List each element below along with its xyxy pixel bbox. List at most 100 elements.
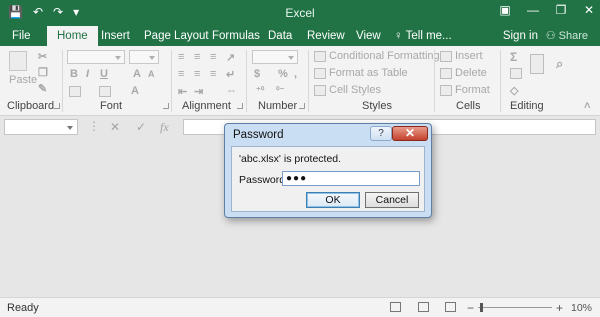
- page-layout-view-icon[interactable]: [418, 302, 429, 312]
- paste-button[interactable]: Paste: [9, 74, 37, 86]
- number-format-dropdown[interactable]: [252, 50, 298, 64]
- group-divider: [246, 50, 247, 112]
- dialog-close-button[interactable]: ✕: [392, 126, 428, 141]
- cut-icon[interactable]: ✂: [38, 50, 47, 63]
- insert-cells-button[interactable]: Insert: [440, 50, 483, 62]
- cancel-entry-icon[interactable]: ✕: [110, 120, 120, 134]
- format-cells-button[interactable]: Format: [440, 84, 490, 96]
- decrease-indent-icon[interactable]: ⇤: [178, 85, 187, 98]
- enter-entry-icon[interactable]: ✓: [136, 120, 146, 134]
- help-button[interactable]: ?: [370, 126, 392, 141]
- cell-styles-icon: [314, 84, 326, 96]
- share-person-icon: ⚇: [545, 30, 556, 42]
- conditional-formatting-button[interactable]: Conditional Formatting: [314, 50, 440, 62]
- font-name-dropdown[interactable]: [67, 50, 125, 64]
- underline-button[interactable]: U: [100, 68, 108, 80]
- tell-me-label: Tell me...: [405, 30, 452, 42]
- font-color-icon[interactable]: A: [131, 85, 139, 97]
- wrap-text-icon[interactable]: ↵: [226, 68, 235, 81]
- zoom-slider-thumb[interactable]: [480, 303, 483, 312]
- clipboard-launcher-icon[interactable]: [54, 103, 60, 109]
- tab-view[interactable]: View: [356, 26, 381, 46]
- comma-button[interactable]: ,: [294, 68, 297, 80]
- delete-cells-button[interactable]: Delete: [440, 67, 487, 79]
- format-cells-icon: [440, 84, 452, 96]
- increase-decimal-icon[interactable]: ⁺⁰: [256, 85, 264, 96]
- cell-styles-label: Cell Styles: [329, 84, 381, 96]
- zoom-slider[interactable]: [478, 307, 552, 308]
- font-size-dropdown[interactable]: [129, 50, 159, 64]
- title-bar: 💾 ↶ ↷ ▾ Excel ▣ — ❐ ✕: [0, 0, 600, 26]
- clear-icon[interactable]: ◇: [510, 84, 518, 97]
- zoom-out-button[interactable]: −: [467, 301, 474, 315]
- middle-align-icon[interactable]: ≡: [194, 51, 200, 63]
- clipboard-icon: [9, 51, 27, 71]
- copy-icon[interactable]: ❐: [38, 66, 48, 79]
- tell-me-box[interactable]: ♀ Tell me...: [394, 26, 452, 46]
- restore-icon[interactable]: ❐: [554, 3, 568, 17]
- minimize-icon[interactable]: —: [526, 3, 540, 17]
- align-center-icon[interactable]: ≡: [194, 68, 200, 80]
- tab-file[interactable]: File: [12, 26, 31, 46]
- ribbon: Paste ✂ ❐ ✎ Clipboard B I U A A A Font ≡…: [0, 46, 600, 116]
- alignment-launcher-icon[interactable]: [237, 103, 243, 109]
- zoom-level[interactable]: 10%: [571, 302, 592, 314]
- currency-button[interactable]: $: [254, 68, 260, 80]
- bold-button[interactable]: B: [70, 68, 78, 80]
- fill-icon[interactable]: [510, 68, 522, 79]
- ribbon-display-icon[interactable]: ▣: [498, 3, 512, 17]
- find-select-icon[interactable]: ⌕: [556, 56, 563, 72]
- cell-styles-button[interactable]: Cell Styles: [314, 84, 381, 96]
- increase-indent-icon[interactable]: ⇥: [194, 85, 203, 98]
- tab-formulas[interactable]: Formulas: [212, 26, 260, 46]
- grow-font-button[interactable]: A: [133, 68, 141, 80]
- group-label-styles: Styles: [362, 100, 392, 112]
- status-ready: Ready: [7, 302, 39, 314]
- group-label-number: Number: [258, 100, 298, 112]
- tab-home[interactable]: Home: [47, 26, 98, 46]
- borders-icon[interactable]: [69, 86, 81, 97]
- decrease-decimal-icon[interactable]: ⁰⁻: [276, 85, 284, 96]
- share-button[interactable]: ⚇ Share: [542, 28, 592, 44]
- fill-color-icon[interactable]: [99, 86, 111, 97]
- tab-page-layout[interactable]: Page Layout: [144, 26, 209, 46]
- collapse-ribbon-icon[interactable]: ˄: [584, 100, 590, 112]
- zoom-in-button[interactable]: +: [556, 301, 563, 315]
- sign-in-link[interactable]: Sign in: [503, 26, 538, 46]
- group-label-cells: Cells: [456, 100, 481, 112]
- share-label: Share: [558, 30, 588, 42]
- italic-button[interactable]: I: [86, 68, 89, 80]
- group-label-editing: Editing: [510, 100, 544, 112]
- sort-filter-icon[interactable]: [530, 54, 544, 74]
- merge-center-icon[interactable]: ⇔: [226, 85, 237, 97]
- close-icon[interactable]: ✕: [582, 3, 596, 17]
- percent-button[interactable]: %: [278, 68, 288, 80]
- number-launcher-icon[interactable]: [299, 103, 305, 109]
- ok-button[interactable]: OK: [306, 192, 360, 208]
- insert-cells-icon: [440, 50, 452, 62]
- insert-function-icon[interactable]: fx: [160, 120, 169, 135]
- name-box[interactable]: [4, 119, 78, 135]
- password-field[interactable]: ●●●: [282, 171, 420, 186]
- page-break-view-icon[interactable]: [445, 302, 456, 312]
- cancel-button[interactable]: Cancel: [365, 192, 419, 208]
- tab-insert[interactable]: Insert: [101, 26, 130, 46]
- orientation-icon[interactable]: ↗: [226, 51, 235, 64]
- shrink-font-button[interactable]: A: [148, 69, 155, 79]
- group-label-font: Font: [100, 100, 123, 112]
- delete-cells-icon: [440, 67, 452, 79]
- autosum-button[interactable]: Σ: [510, 50, 517, 64]
- format-painter-icon[interactable]: ✎: [38, 82, 47, 95]
- format-as-table-icon: [314, 67, 326, 79]
- status-bar: Ready − + 10%: [0, 297, 600, 317]
- tab-review[interactable]: Review: [307, 26, 345, 46]
- tab-data[interactable]: Data: [268, 26, 292, 46]
- align-left-icon[interactable]: ≡: [178, 68, 184, 80]
- top-align-icon[interactable]: ≡: [178, 51, 184, 63]
- font-launcher-icon[interactable]: [163, 103, 169, 109]
- format-cells-label: Format: [455, 84, 490, 96]
- bottom-align-icon[interactable]: ≡: [210, 51, 216, 63]
- format-as-table-button[interactable]: Format as Table: [314, 67, 408, 79]
- align-right-icon[interactable]: ≡: [210, 68, 216, 80]
- normal-view-icon[interactable]: [390, 302, 401, 312]
